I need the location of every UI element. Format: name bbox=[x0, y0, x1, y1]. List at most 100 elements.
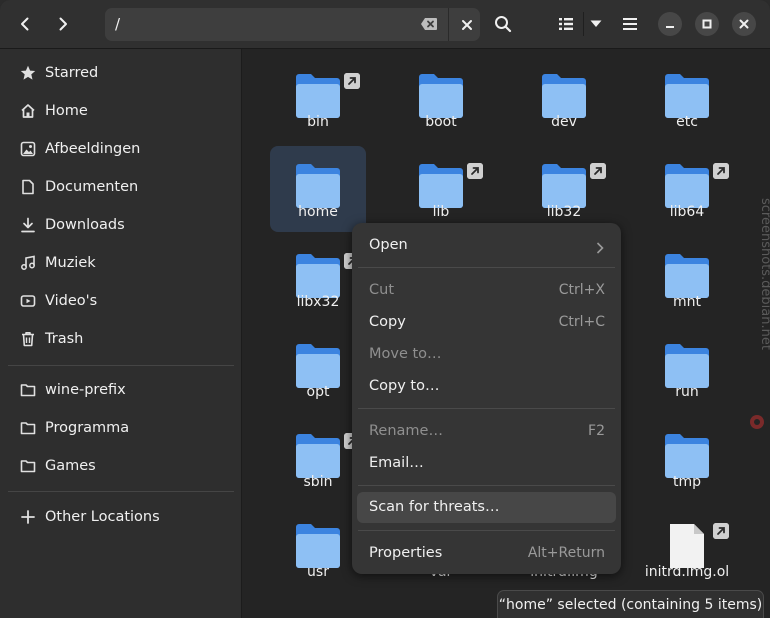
folder-icon bbox=[18, 420, 38, 436]
sidebar-item-label: Trash bbox=[45, 331, 84, 347]
sidebar-item-label: Muziek bbox=[45, 255, 96, 271]
document-icon bbox=[18, 179, 38, 195]
watermark-text: screenshots.debian.net bbox=[758, 198, 770, 350]
sidebar-item-downloads[interactable]: Downloads bbox=[8, 207, 234, 243]
menu-item-accel: Alt+Return bbox=[527, 545, 605, 561]
sidebar-item-videos[interactable]: Video's bbox=[8, 283, 234, 319]
context-menu: Open Cut Ctrl+X Copy Ctrl+C Move to… Cop… bbox=[352, 223, 621, 574]
sidebar-item-label: Downloads bbox=[45, 217, 125, 233]
file-label: initrd.img.ol bbox=[644, 564, 730, 580]
sidebar-item-muziek[interactable]: Muziek bbox=[8, 245, 234, 281]
folder-icon bbox=[419, 164, 463, 208]
sidebar-item-label: Documenten bbox=[45, 179, 139, 195]
hamburger-menu-icon bbox=[623, 18, 637, 30]
menu-item-label: Properties bbox=[369, 545, 443, 561]
view-list-button[interactable] bbox=[550, 8, 582, 40]
menu-item-label: Scan for threats… bbox=[369, 499, 500, 515]
maximize-icon bbox=[702, 19, 712, 29]
sidebar-item-label: Games bbox=[45, 458, 96, 474]
file-item[interactable]: lib32 bbox=[516, 146, 612, 232]
close-window-button[interactable] bbox=[732, 12, 756, 36]
chevron-down-icon bbox=[590, 20, 602, 27]
sidebar-bookmark-games[interactable]: Games bbox=[8, 448, 234, 484]
menu-item-open[interactable]: Open bbox=[357, 230, 616, 261]
view-options-button[interactable] bbox=[584, 8, 608, 40]
menu-item-label: Cut bbox=[369, 282, 394, 298]
sidebar-item-afbeeldingen[interactable]: Afbeeldingen bbox=[8, 131, 234, 167]
file-label: bin bbox=[307, 114, 329, 130]
file-item[interactable]: run bbox=[639, 326, 735, 412]
sidebar-item-home[interactable]: Home bbox=[8, 93, 234, 129]
folder-icon bbox=[296, 434, 340, 478]
folder-icon bbox=[296, 164, 340, 208]
maximize-button[interactable] bbox=[695, 12, 719, 36]
file-item[interactable]: tmp bbox=[639, 416, 735, 502]
folder-icon bbox=[419, 74, 463, 118]
menu-item-properties[interactable]: Properties Alt+Return bbox=[357, 538, 616, 569]
sidebar-divider bbox=[8, 491, 234, 492]
download-icon bbox=[18, 217, 38, 233]
forward-button[interactable] bbox=[46, 8, 80, 40]
sidebar-item-label: Starred bbox=[45, 65, 99, 81]
sidebar-item-label: Afbeeldingen bbox=[45, 141, 141, 157]
star-icon bbox=[18, 65, 38, 81]
back-button[interactable] bbox=[8, 8, 42, 40]
music-icon bbox=[18, 255, 38, 271]
folder-icon bbox=[542, 164, 586, 208]
file-label: boot bbox=[425, 114, 457, 130]
menu-item-accel: Ctrl+C bbox=[558, 314, 605, 330]
sidebar-bookmark-wine-prefix[interactable]: wine-prefix bbox=[8, 372, 234, 408]
file-item[interactable]: mnt bbox=[639, 236, 735, 322]
symlink-emblem-icon bbox=[344, 73, 360, 89]
folder-icon bbox=[665, 254, 709, 298]
close-icon bbox=[461, 19, 472, 30]
menu-item-label: Open bbox=[369, 237, 408, 253]
trash-icon bbox=[18, 331, 38, 347]
sidebar-item-other-locations[interactable]: Other Locations bbox=[8, 499, 234, 535]
status-overlay: “home” selected (containing 5 items) bbox=[497, 590, 764, 618]
file-label: home bbox=[298, 204, 338, 220]
folder-icon bbox=[18, 382, 38, 398]
menu-item-label: Rename… bbox=[369, 423, 443, 439]
close-location-button[interactable] bbox=[453, 8, 480, 41]
file-item[interactable]: bin bbox=[270, 56, 366, 142]
file-item[interactable]: lib64 bbox=[639, 146, 735, 232]
main-menu-button[interactable] bbox=[613, 8, 647, 40]
menu-divider bbox=[358, 408, 615, 409]
location-path[interactable]: / bbox=[115, 15, 120, 33]
minimize-button[interactable] bbox=[658, 12, 682, 36]
location-entry[interactable]: / bbox=[105, 8, 480, 41]
menu-item-cut: Cut Ctrl+X bbox=[357, 275, 616, 306]
sidebar-item-label: Programma bbox=[45, 420, 130, 436]
menu-item-label: Email… bbox=[369, 455, 424, 471]
sidebar-item-label: Video's bbox=[45, 293, 98, 309]
clear-entry-icon[interactable] bbox=[420, 16, 438, 36]
sidebar-item-label: Home bbox=[45, 103, 88, 119]
folder-icon bbox=[665, 164, 709, 208]
menu-item-email[interactable]: Email… bbox=[357, 448, 616, 479]
file-item[interactable]: initrd.img.ol bbox=[639, 506, 735, 592]
symlink-emblem-icon bbox=[467, 163, 483, 179]
file-item[interactable]: home bbox=[270, 146, 366, 232]
folder-icon bbox=[18, 458, 38, 474]
menu-item-scan-for-threats[interactable]: Scan for threats… bbox=[357, 492, 616, 523]
file-label: lib32 bbox=[546, 204, 582, 220]
search-button[interactable] bbox=[486, 8, 520, 40]
symlink-emblem-icon bbox=[713, 523, 729, 539]
menu-item-copy[interactable]: Copy Ctrl+C bbox=[357, 307, 616, 338]
file-item[interactable]: lib bbox=[393, 146, 489, 232]
sidebar-item-trash[interactable]: Trash bbox=[8, 321, 234, 357]
search-icon bbox=[495, 16, 512, 33]
file-item[interactable]: boot bbox=[393, 56, 489, 142]
sidebar-item-starred[interactable]: Starred bbox=[8, 55, 234, 91]
sidebar-item-label: Other Locations bbox=[45, 509, 160, 525]
file-item[interactable]: etc bbox=[639, 56, 735, 142]
file-item[interactable]: dev bbox=[516, 56, 612, 142]
menu-item-label: Copy bbox=[369, 314, 406, 330]
menu-item-copy-to[interactable]: Copy to… bbox=[357, 371, 616, 402]
watermark: screenshots.debian.net bbox=[750, 198, 770, 429]
sidebar-item-documenten[interactable]: Documenten bbox=[8, 169, 234, 205]
folder-icon bbox=[296, 254, 340, 298]
sidebar-bookmark-programma[interactable]: Programma bbox=[8, 410, 234, 446]
file-label: run bbox=[675, 384, 699, 400]
